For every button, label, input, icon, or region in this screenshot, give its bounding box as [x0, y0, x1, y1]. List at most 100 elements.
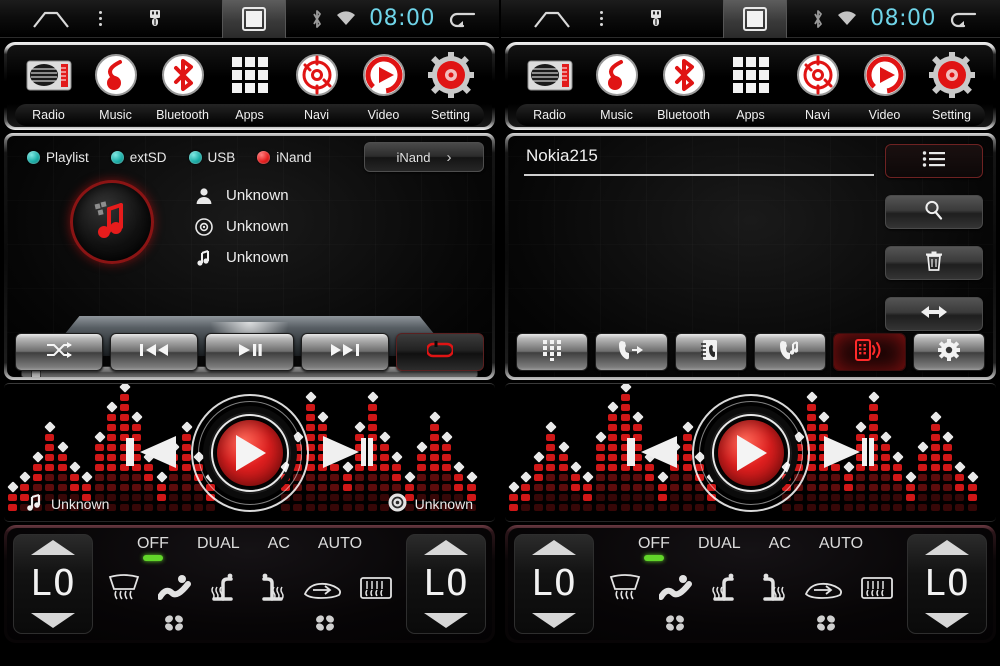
recents-square-icon[interactable] — [221, 0, 286, 38]
hvac-temp-right[interactable]: LO — [907, 534, 987, 634]
front-defrost-icon[interactable] — [107, 573, 141, 603]
viz-next-button[interactable] — [822, 430, 874, 479]
dock-item-navi[interactable] — [284, 49, 350, 101]
hvac-mode-ac[interactable]: AC — [268, 535, 290, 553]
fan-left-icon[interactable] — [99, 613, 250, 633]
air-recirculation-icon[interactable] — [804, 574, 844, 602]
phone-list-button[interactable] — [885, 144, 983, 178]
play-pause-button[interactable] — [205, 333, 294, 371]
previous-button[interactable] — [110, 333, 199, 371]
seat-heater-left-icon[interactable] — [710, 573, 740, 603]
arrow-down-icon[interactable] — [424, 613, 468, 628]
fan-right-icon[interactable] — [250, 613, 401, 633]
phone-search-button[interactable] — [885, 195, 983, 229]
repeat-button[interactable] — [395, 333, 485, 371]
equalizer-dot — [955, 474, 965, 481]
dock-item-music[interactable] — [83, 49, 149, 101]
hvac-mode-dual[interactable]: DUAL — [197, 535, 240, 553]
equalizer-dot — [608, 474, 618, 481]
phone-delete-button[interactable] — [885, 246, 983, 280]
arrow-up-icon[interactable] — [31, 540, 75, 555]
arrow-up-icon[interactable] — [532, 540, 576, 555]
seat-heater-left-icon[interactable] — [209, 573, 239, 603]
overflow-menu-icon[interactable] — [72, 11, 128, 26]
hvac-mode-ac[interactable]: AC — [769, 535, 791, 553]
arrow-down-icon[interactable] — [31, 613, 75, 628]
hvac-temp-right[interactable]: LO — [406, 534, 486, 634]
dock-item-setting[interactable] — [919, 49, 985, 101]
phone-history-button[interactable] — [753, 333, 827, 371]
air-recirculation-icon[interactable] — [303, 574, 343, 602]
viz-next-button[interactable] — [321, 430, 373, 479]
phone-contacts-button[interactable] — [674, 333, 747, 371]
status-clock: 08:00 — [870, 6, 936, 31]
arrow-down-icon[interactable] — [925, 613, 969, 628]
seat-heater-right-icon[interactable] — [757, 573, 787, 603]
source-select-button[interactable]: iNand › — [364, 142, 484, 172]
dock-item-video[interactable] — [852, 49, 918, 101]
viz-play-button[interactable] — [691, 393, 810, 512]
shuffle-button[interactable] — [15, 333, 104, 371]
phone-settings-button[interactable] — [912, 333, 985, 371]
dock-item-apps[interactable] — [718, 49, 784, 101]
dock-item-apps[interactable] — [217, 49, 283, 101]
source-option-playlist[interactable]: Playlist — [27, 150, 89, 165]
fan-right-icon[interactable] — [751, 613, 902, 633]
viz-previous-button[interactable] — [126, 430, 178, 479]
back-arrow-icon[interactable] — [948, 9, 978, 29]
seat-heater-right-icon[interactable] — [256, 573, 286, 603]
dock-item-bluetooth[interactable] — [651, 49, 717, 101]
phone-bluetooth-button[interactable] — [833, 333, 906, 371]
dock-item-setting[interactable] — [418, 49, 484, 101]
next-button[interactable] — [300, 333, 389, 371]
bluetooth-icon — [161, 49, 205, 101]
dock-item-music[interactable] — [584, 49, 650, 101]
equalizer-dot — [607, 401, 619, 413]
home-icon[interactable] — [30, 9, 72, 29]
dock-item-radio[interactable] — [517, 49, 583, 101]
hvac-mode-auto[interactable]: AUTO — [318, 535, 362, 553]
hvac-temp-left[interactable]: LO — [13, 534, 93, 634]
arrow-down-icon[interactable] — [532, 613, 576, 628]
hvac-temp-left[interactable]: LO — [514, 534, 594, 634]
repeat-icon — [425, 340, 455, 364]
dock-item-bluetooth[interactable] — [150, 49, 216, 101]
phone-keypad-button[interactable] — [516, 333, 589, 371]
source-option-usb[interactable]: USB — [188, 150, 235, 165]
equalizer-dot — [57, 474, 67, 481]
radio-dot-icon — [257, 150, 271, 164]
rear-defrost-icon[interactable] — [860, 575, 893, 601]
fan-left-icon[interactable] — [600, 613, 751, 633]
airflow-body-icon[interactable] — [659, 573, 693, 603]
equalizer-dot — [620, 414, 630, 421]
airflow-body-icon[interactable] — [158, 573, 192, 603]
home-icon[interactable] — [531, 9, 573, 29]
source-option-inand[interactable]: iNand — [257, 150, 312, 165]
recents-square-icon[interactable] — [722, 0, 787, 38]
dock-item-radio[interactable] — [16, 49, 82, 101]
front-defrost-icon[interactable] — [608, 573, 642, 603]
gear-icon — [937, 338, 960, 366]
arrow-up-icon[interactable] — [925, 540, 969, 555]
equalizer-dot — [546, 504, 556, 511]
dock-item-video[interactable] — [351, 49, 417, 101]
hvac-mode-dual[interactable]: DUAL — [698, 535, 741, 553]
rear-defrost-icon[interactable] — [359, 575, 392, 601]
arrow-up-icon[interactable] — [424, 540, 468, 555]
viz-previous-button[interactable] — [627, 430, 679, 479]
equalizer-dot — [608, 434, 618, 441]
hvac-temp-left-value: LO — [531, 563, 577, 604]
source-option-extsd[interactable]: extSD — [110, 150, 167, 165]
hvac-mode-off[interactable]: OFF — [638, 535, 670, 561]
usb-icon — [128, 9, 182, 29]
usb-icon — [629, 9, 683, 29]
equalizer-dot — [645, 494, 655, 501]
equalizer-dot — [533, 474, 543, 481]
back-arrow-icon[interactable] — [447, 9, 477, 29]
hvac-mode-off[interactable]: OFF — [137, 535, 169, 561]
overflow-menu-icon[interactable] — [573, 11, 629, 26]
phone-outgoing-button[interactable] — [595, 333, 668, 371]
dock-item-navi[interactable] — [785, 49, 851, 101]
phone-transfer-button[interactable] — [885, 297, 983, 331]
hvac-mode-auto[interactable]: AUTO — [819, 535, 863, 553]
